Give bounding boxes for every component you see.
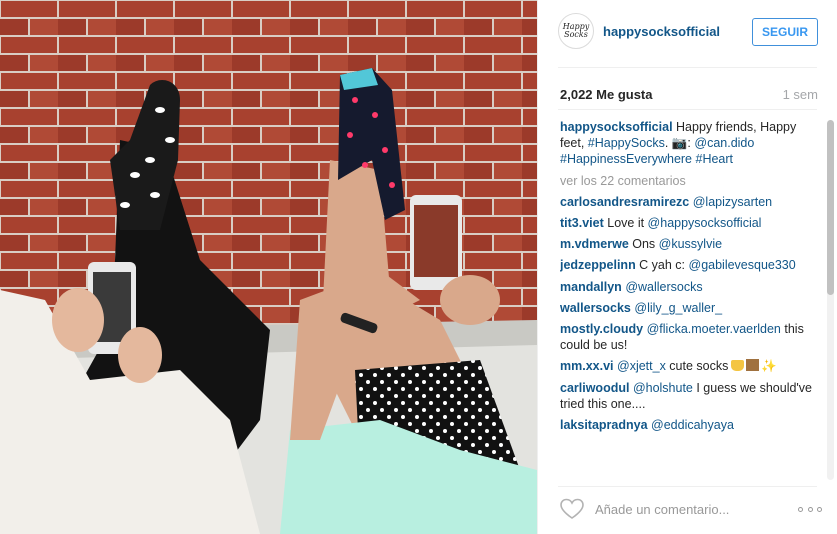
add-comment-input[interactable]: [595, 499, 785, 519]
dot: [807, 506, 813, 512]
mention-link[interactable]: @gabilevesque330: [689, 258, 796, 272]
comment-text: C yah c:: [635, 258, 689, 273]
post-details-panel: Happy Socks happysocksofficial SEGUIR 2,0…: [537, 0, 837, 534]
follow-button[interactable]: SEGUIR: [752, 18, 818, 46]
comment-item: jedzeppelinn C yah c: @gabilevesque330: [560, 257, 822, 273]
post-username[interactable]: happysocksofficial: [603, 24, 720, 39]
heart-outline-icon[interactable]: [559, 498, 585, 520]
skin-tone-icon: [746, 359, 760, 372]
comment-username[interactable]: laksitapradnya: [560, 418, 648, 432]
hashtag-link[interactable]: #HappySocks: [588, 136, 665, 150]
comment-text: Love it: [603, 216, 648, 231]
comment-username[interactable]: mostly.cloudy: [560, 322, 643, 336]
post-age[interactable]: 1 sem: [783, 87, 818, 102]
comment-item: carliwoodul @holshute I guess we should'…: [560, 380, 822, 412]
ellipsis-icon[interactable]: [798, 505, 822, 513]
mention-link[interactable]: @holshute: [633, 381, 693, 395]
comment-item: carlosandresramirezc @lapizysarten: [560, 194, 822, 210]
comments-scrollbar[interactable]: [827, 120, 834, 480]
comment-item: tit3.viet Love it @happysocksofficial: [560, 215, 822, 231]
comment-item: wallersocks @lily_g_waller_: [560, 300, 822, 316]
comment-username[interactable]: mandallyn: [560, 280, 622, 294]
avatar[interactable]: Happy Socks: [558, 13, 594, 49]
comment-item: mandallyn @wallersocks: [560, 279, 822, 295]
scrollbar-thumb[interactable]: [827, 120, 834, 295]
comment-username[interactable]: carliwoodul: [560, 381, 629, 395]
comment-text-after: cute socks: [665, 359, 729, 374]
mention-link[interactable]: @eddicahyaya: [651, 418, 734, 432]
hashtag-link[interactable]: #Heart: [696, 152, 734, 166]
caption-text: . 📷:: [664, 136, 695, 151]
dot: [817, 506, 822, 512]
divider: [558, 486, 817, 487]
comment-username[interactable]: mm.xx.vi: [560, 359, 614, 373]
comments-list: happysocksofficial Happy friends, Happy …: [560, 119, 822, 479]
view-all-comments-link[interactable]: ver los 22 comentarios: [560, 173, 822, 189]
mention-link[interactable]: @happysocksofficial: [648, 216, 762, 230]
comment-item: m.vdmerwe Ons @kussylvie: [560, 236, 822, 252]
mention-link[interactable]: @can.dido: [694, 136, 754, 150]
comment-item: laksitapradnya @eddicahyaya: [560, 417, 822, 433]
comment-item: mostly.cloudy @flicka.moeter.vaerlden th…: [560, 321, 822, 353]
mention-link[interactable]: @xjett_x: [617, 359, 666, 373]
avatar-logo: Happy Socks: [562, 22, 590, 39]
comment-username[interactable]: wallersocks: [560, 301, 631, 315]
post-header: Happy Socks happysocksofficial SEGUIR: [538, 0, 837, 66]
comment-username[interactable]: carlosandresramirezc: [560, 195, 689, 209]
mention-link[interactable]: @lapizysarten: [693, 195, 772, 209]
post-photo: [0, 0, 537, 534]
raised-hands-icon: [731, 360, 745, 372]
caption-username[interactable]: happysocksofficial: [560, 120, 673, 134]
mention-link[interactable]: @flicka.moeter.vaerlden: [647, 322, 781, 336]
likes-count[interactable]: 2,022 Me gusta: [560, 87, 653, 102]
comment-item: mm.xx.vi @xjett_x cute socks ✨: [560, 358, 822, 374]
comment-username[interactable]: tit3.viet: [560, 216, 604, 230]
mention-link[interactable]: @lily_g_waller_: [634, 301, 722, 315]
comment-text: Ons: [628, 237, 659, 252]
post-caption: happysocksofficial Happy friends, Happy …: [560, 119, 822, 168]
hashtag-link[interactable]: #HappinessEverywhere: [560, 152, 692, 166]
comment-username[interactable]: jedzeppelinn: [560, 258, 636, 272]
mention-link[interactable]: @wallersocks: [625, 280, 702, 294]
divider: [558, 109, 817, 110]
divider: [558, 67, 817, 68]
sparkles-icon: ✨: [761, 359, 777, 374]
mention-link[interactable]: @kussylvie: [659, 237, 722, 251]
dot: [798, 506, 803, 512]
comment-username[interactable]: m.vdmerwe: [560, 237, 629, 251]
